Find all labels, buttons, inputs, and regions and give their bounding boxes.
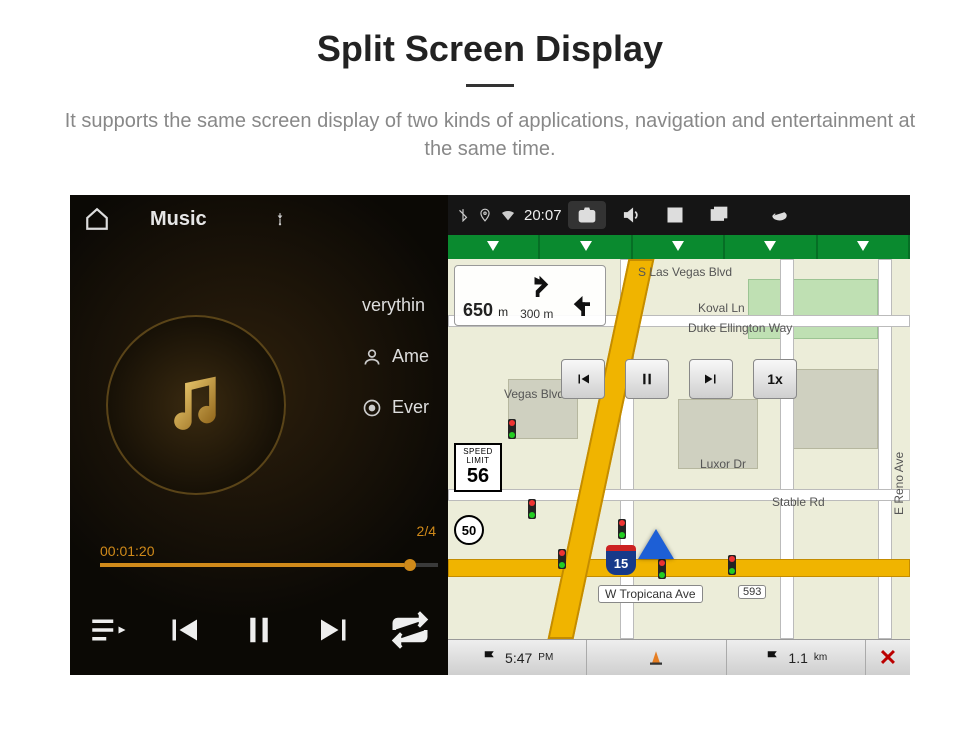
wifi-icon: [500, 207, 516, 223]
disc-icon: [362, 398, 382, 418]
track-album-line: Ever: [362, 397, 429, 418]
close-icon: ✕: [879, 645, 897, 671]
back-button[interactable]: [758, 201, 796, 229]
distance-value: 1.1: [788, 650, 807, 666]
flag-icon: [481, 649, 499, 667]
volume-button[interactable]: [612, 201, 650, 229]
seek-bar-fill: [100, 563, 404, 567]
split-screen-device: Music verythin Ame Ever 2/4 00:01:20: [70, 195, 910, 675]
distance-unit: km: [814, 652, 827, 663]
eta-value: 5:47: [505, 650, 532, 666]
traffic-cell[interactable]: [587, 640, 726, 675]
street-sign: W Tropicana Ave: [598, 585, 703, 603]
map-speed-button[interactable]: 1x: [753, 359, 797, 399]
turn-primary-unit: m: [498, 305, 508, 319]
usb-icon[interactable]: [273, 208, 287, 230]
seek-bar-thumb[interactable]: [404, 559, 416, 571]
turn-instruction: 650 m 300 m: [454, 265, 606, 326]
map-canvas[interactable]: S Las Vegas Blvd Koval Ln Duke Ellington…: [448, 259, 910, 639]
street-label: Vegas Blvd: [504, 387, 564, 401]
street-label: Duke Ellington Way: [688, 321, 792, 335]
status-bar: 20:07: [448, 195, 910, 235]
page-title: Split Screen Display: [0, 28, 980, 70]
track-list: verythin Ame Ever: [362, 295, 429, 448]
track-title-line: verythin: [362, 295, 429, 316]
recent-apps-button[interactable]: [700, 201, 738, 229]
route-shield: 50: [454, 515, 484, 545]
traffic-light-icon: [728, 555, 736, 575]
cone-icon: [647, 649, 665, 667]
music-controls: [70, 585, 448, 675]
music-pane: Music verythin Ame Ever 2/4 00:01:20: [70, 195, 448, 675]
eta-unit: PM: [538, 652, 553, 663]
vehicle-cursor: [638, 529, 674, 559]
nav-bottom-bar: 5:47 PM 1.1 km ✕: [448, 639, 910, 675]
flag-icon: [764, 649, 782, 667]
track-album: Ever: [392, 397, 429, 418]
nav-close-button[interactable]: ✕: [866, 640, 910, 675]
music-topbar: Music: [70, 195, 448, 243]
traffic-light-icon: [618, 519, 626, 539]
turn-primary-distance: 650: [463, 300, 493, 320]
interstate-shield: 15: [606, 545, 636, 575]
track-title: verythin: [362, 295, 425, 316]
map-building: [788, 369, 878, 449]
lane-arrow: [448, 235, 540, 259]
lane-guidance-bar: [448, 235, 910, 259]
street-label: Luxor Dr: [700, 457, 746, 471]
lane-arrow: [540, 235, 632, 259]
speed-limit-value: 56: [456, 465, 500, 488]
location-icon: [478, 208, 492, 222]
route-number: 593: [738, 585, 766, 599]
traffic-light-icon: [658, 559, 666, 579]
map-next-button[interactable]: [689, 359, 733, 399]
pause-icon[interactable]: [238, 609, 280, 651]
progress-area: 2/4 00:01:20: [100, 543, 438, 567]
turn-left-icon: [565, 291, 595, 321]
next-track-icon[interactable]: [314, 609, 356, 651]
lane-arrow: [725, 235, 817, 259]
title-underline: [466, 84, 514, 87]
home-icon[interactable]: [84, 206, 110, 232]
playlist-icon[interactable]: [87, 609, 129, 651]
navigation-pane: 20:07: [448, 195, 910, 675]
status-time: 20:07: [524, 207, 562, 224]
music-note-icon: [161, 370, 231, 440]
music-header-label: Music: [150, 208, 207, 231]
track-artist-line: Ame: [362, 346, 429, 367]
turn-left-icon: [522, 272, 552, 302]
speed-limit-sign: SPEED LIMIT 56: [454, 443, 502, 492]
bluetooth-icon: [456, 208, 470, 222]
street-label: S Las Vegas Blvd: [638, 265, 732, 279]
traffic-light-icon: [558, 549, 566, 569]
street-label: E Reno Ave: [892, 452, 906, 515]
map-prev-button[interactable]: [561, 359, 605, 399]
prev-track-icon[interactable]: [162, 609, 204, 651]
seek-bar[interactable]: [100, 563, 438, 567]
turn-secondary-distance: 300 m: [520, 307, 553, 321]
lane-arrow: [818, 235, 910, 259]
map-road: [448, 489, 910, 501]
lane-arrow: [633, 235, 725, 259]
speed-limit-label: SPEED LIMIT: [456, 447, 500, 465]
screenshot-button[interactable]: [568, 201, 606, 229]
distance-cell[interactable]: 1.1 km: [727, 640, 866, 675]
map-media-controls: 1x: [561, 359, 797, 399]
street-label: Stable Rd: [772, 495, 825, 509]
page-subtitle: It supports the same screen display of t…: [60, 107, 920, 163]
traffic-light-icon: [528, 499, 536, 519]
close-app-button[interactable]: [656, 201, 694, 229]
repeat-icon[interactable]: [389, 609, 431, 651]
person-icon: [362, 347, 382, 367]
map-highway: [448, 559, 910, 577]
map-pause-button[interactable]: [625, 359, 669, 399]
track-counter: 2/4: [417, 523, 436, 539]
album-art: [106, 315, 286, 495]
street-label: Koval Ln: [698, 301, 745, 315]
eta-cell[interactable]: 5:47 PM: [448, 640, 587, 675]
elapsed-time: 00:01:20: [100, 543, 438, 559]
traffic-light-icon: [508, 419, 516, 439]
track-artist: Ame: [392, 346, 429, 367]
